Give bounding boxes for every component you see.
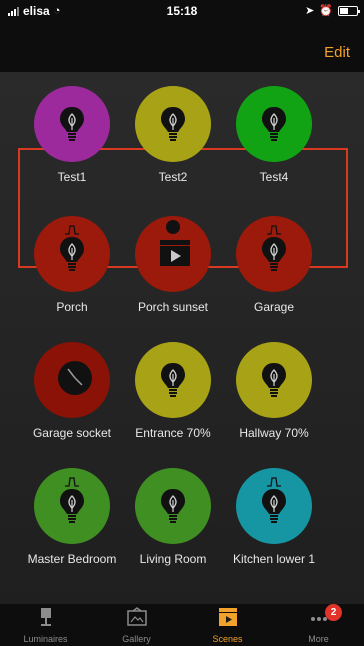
- scene-circle: [34, 86, 110, 162]
- alarm-icon: ⏰: [319, 5, 333, 17]
- scene-circle: [236, 342, 312, 418]
- edit-button[interactable]: Edit: [324, 44, 350, 61]
- lamp-icon: [40, 608, 51, 626]
- scene-circle: [236, 468, 312, 544]
- status-right: ➤ ⏰: [305, 4, 360, 17]
- scene-label: Master Bedroom: [27, 552, 117, 566]
- scene-item[interactable]: Living Room: [118, 468, 228, 598]
- scene-circle: [236, 86, 312, 162]
- scene-item[interactable]: Porch: [17, 216, 127, 346]
- scene-label: Porch: [56, 300, 88, 314]
- notification-badge: 2: [325, 604, 342, 621]
- timer-icon: [166, 220, 180, 234]
- scene-item[interactable]: Entrance 70%: [118, 342, 228, 472]
- scene-item[interactable]: Porch sunset: [118, 216, 228, 346]
- scene-circle: [236, 216, 312, 292]
- scene-label: Porch sunset: [137, 300, 209, 314]
- socket-icon: [57, 360, 92, 400]
- lightbulb-icon: [57, 234, 87, 274]
- scene-label: Garage socket: [32, 426, 112, 440]
- scene-label: Test2: [158, 170, 188, 184]
- tab-bar: Luminaires Gallery Scenes 2 More: [0, 604, 364, 646]
- tab-label: Gallery: [122, 634, 151, 644]
- clapperboard-icon: [158, 234, 190, 274]
- lightbulb-icon: [259, 486, 289, 526]
- tab-gallery[interactable]: Gallery: [91, 604, 182, 646]
- tab-label: Luminaires: [23, 634, 68, 644]
- lightbulb-icon: [57, 104, 87, 144]
- lightbulb-icon: [158, 104, 188, 144]
- lightbulb-icon: [259, 104, 289, 144]
- lightbulb-icon: [158, 360, 188, 400]
- scene-item[interactable]: Test4: [219, 86, 329, 216]
- scene-item[interactable]: Kitchen lower 1: [219, 468, 329, 598]
- scene-item[interactable]: Hallway 70%: [219, 342, 329, 472]
- scene-circle: [34, 468, 110, 544]
- scene-label: Living Room: [139, 552, 207, 566]
- scene-item[interactable]: Garage: [219, 216, 329, 346]
- scene-label: Test4: [259, 170, 289, 184]
- scene-circle: [34, 216, 110, 292]
- scenes-grid: Test1 Test2 Test4 Porch Porch sunset Garage Ga…: [0, 72, 364, 604]
- status-bar: elisa ◔ 15:18 ➤ ⏰: [0, 0, 364, 22]
- gallery-icon: [126, 607, 147, 626]
- scene-label: Garage: [253, 300, 295, 314]
- nav-bar: Edit: [0, 22, 364, 72]
- scene-label: Kitchen lower 1: [232, 552, 316, 566]
- scene-circle: [135, 468, 211, 544]
- lightbulb-icon: [259, 234, 289, 274]
- tab-luminaires[interactable]: Luminaires: [0, 604, 91, 646]
- scene-item[interactable]: Garage socket: [17, 342, 127, 472]
- scene-label: Hallway 70%: [239, 426, 309, 440]
- scene-circle: [135, 216, 211, 292]
- clapperboard-icon: [218, 608, 237, 626]
- scene-label: Entrance 70%: [135, 426, 211, 440]
- location-icon: ➤: [305, 5, 315, 17]
- scene-circle: [135, 342, 211, 418]
- scene-circle: [34, 342, 110, 418]
- tab-label: Scenes: [212, 634, 243, 644]
- lightbulb-icon: [158, 486, 188, 526]
- tab-scenes[interactable]: Scenes: [182, 604, 273, 646]
- tab-label: More: [308, 634, 329, 644]
- lightbulb-icon: [259, 360, 289, 400]
- scene-circle: [135, 86, 211, 162]
- battery-icon: [338, 5, 360, 16]
- lightbulb-icon: [57, 486, 87, 526]
- tab-more[interactable]: 2 More: [273, 604, 364, 646]
- scene-item[interactable]: Test2: [118, 86, 228, 216]
- scene-item[interactable]: Master Bedroom: [17, 468, 127, 598]
- scene-label: Test1: [57, 170, 87, 184]
- scene-item[interactable]: Test1: [17, 86, 127, 216]
